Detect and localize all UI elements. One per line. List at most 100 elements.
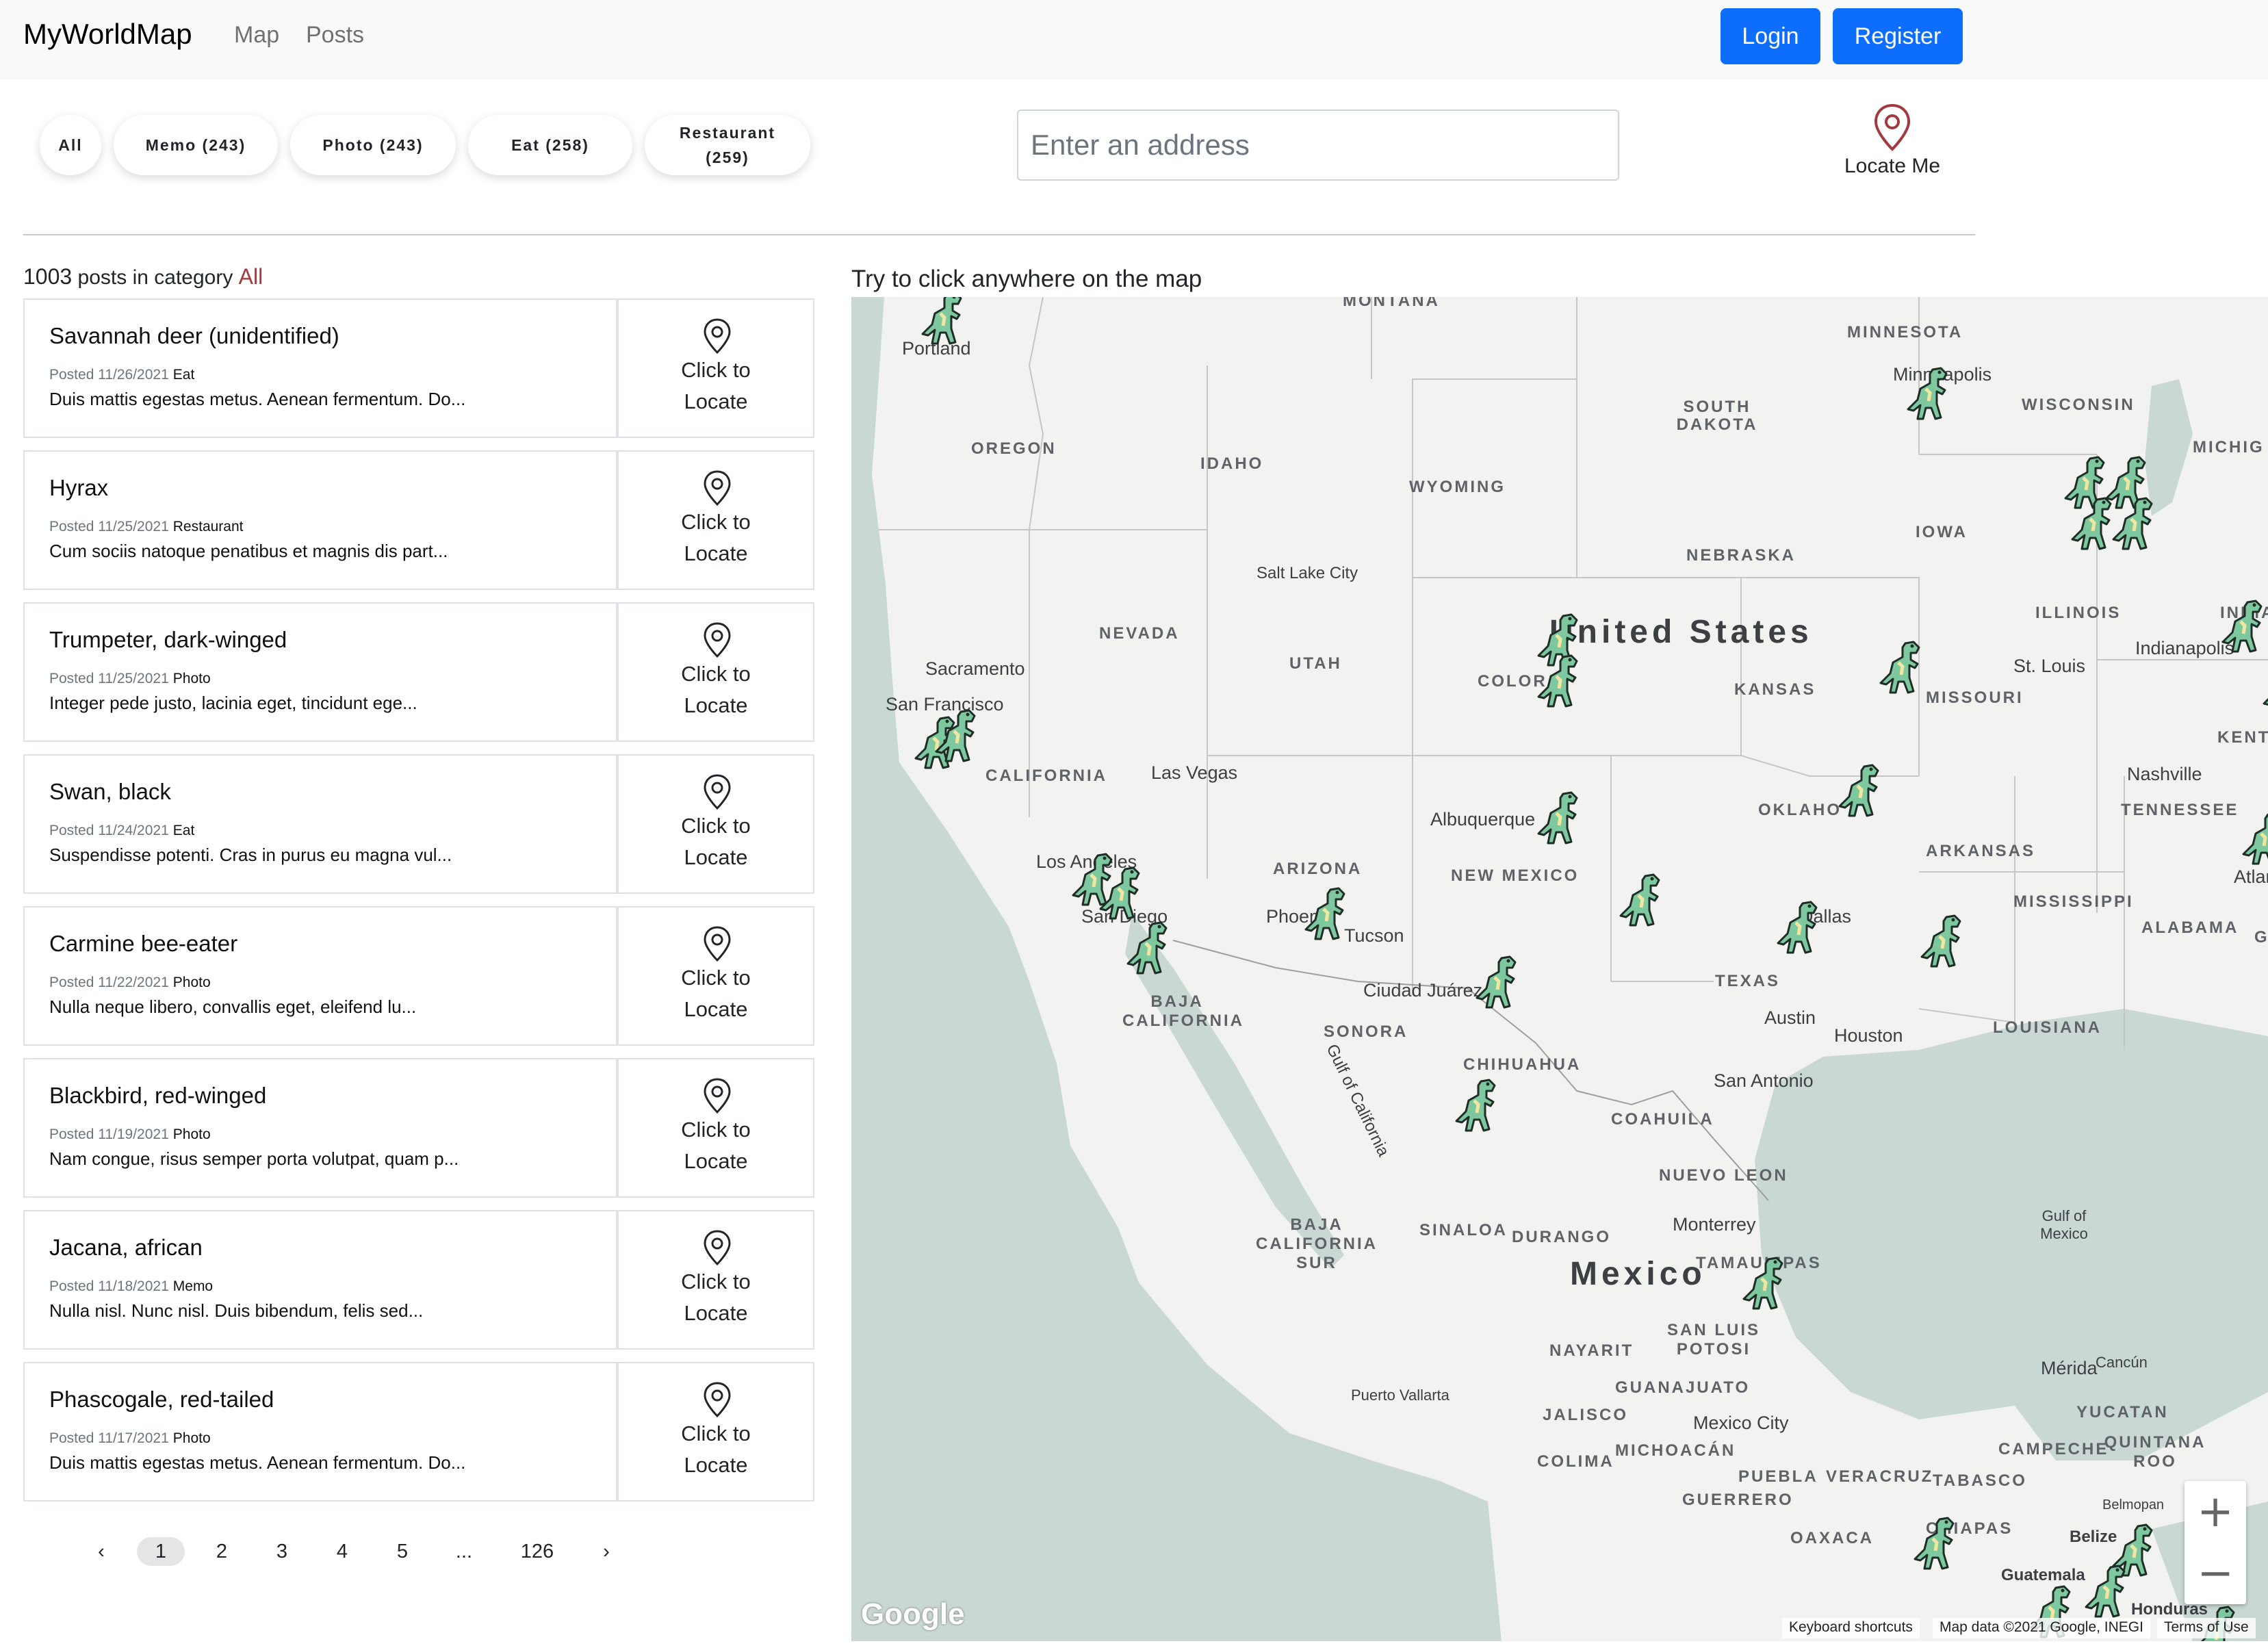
pagination-page-5[interactable]: 5 bbox=[389, 1537, 416, 1566]
locate-label-line2: Locate bbox=[684, 389, 748, 413]
dinosaur-marker-icon[interactable] bbox=[1098, 865, 1147, 923]
map-pin-icon bbox=[1874, 103, 1911, 151]
locate-label-line1: Click to bbox=[681, 1118, 751, 1142]
filter-restaurant[interactable]: Restaurant (259) bbox=[645, 115, 810, 175]
map-city-label: Atlanta bbox=[2234, 866, 2268, 887]
dinosaur-marker-icon[interactable] bbox=[2220, 598, 2268, 656]
address-search-input[interactable] bbox=[1017, 110, 1619, 181]
brand-logo[interactable]: MyWorldMap bbox=[23, 18, 192, 51]
pagination-ellipsis: ... bbox=[455, 1540, 473, 1562]
dinosaur-marker-icon[interactable] bbox=[920, 297, 969, 348]
pagination-page-1[interactable]: 1 bbox=[137, 1537, 185, 1566]
map-city-label: Nashville bbox=[2127, 764, 2202, 784]
dinosaur-marker-icon[interactable] bbox=[1536, 653, 1585, 710]
click-to-locate-label: Click to Locate bbox=[619, 1266, 813, 1329]
dinosaur-marker-icon[interactable] bbox=[1125, 920, 1174, 977]
post-card: Savannah deer (unidentified) Posted 11/26… bbox=[23, 298, 814, 438]
dinosaur-marker-icon[interactable] bbox=[1912, 1515, 1961, 1573]
locate-label-line1: Click to bbox=[681, 1421, 751, 1445]
map-state-label: QUINTANA ROO bbox=[2104, 1433, 2206, 1471]
click-to-locate-button[interactable]: Click to Locate bbox=[617, 298, 814, 438]
filter-memo[interactable]: Memo (243) bbox=[114, 115, 278, 175]
post-body[interactable]: Hyrax Posted 11/25/2021 Restaurant Cum soci… bbox=[23, 450, 617, 590]
post-body[interactable]: Savannah deer (unidentified) Posted 11/26… bbox=[23, 298, 617, 438]
click-to-locate-button[interactable]: Click to Locate bbox=[617, 906, 814, 1046]
click-to-locate-button[interactable]: Click to Locate bbox=[617, 450, 814, 590]
pagination-page-3[interactable]: 3 bbox=[268, 1537, 296, 1566]
map-state-label: MISSISSIPPI bbox=[2013, 892, 2134, 911]
map-state-label: BAJA CALIFORNIA bbox=[1122, 992, 1244, 1030]
dinosaur-marker-icon[interactable] bbox=[1618, 872, 1667, 929]
dinosaur-marker-icon[interactable] bbox=[1303, 886, 1352, 943]
post-category: Photo bbox=[172, 1126, 211, 1142]
post-body[interactable]: Phascogale, red-tailed Posted 11/17/2021 P… bbox=[23, 1362, 617, 1502]
map-state-label: SAN LUIS POTOSI bbox=[1666, 1321, 1760, 1359]
post-card: Phascogale, red-tailed Posted 11/17/2021 P… bbox=[23, 1362, 814, 1502]
filter-eat[interactable]: Eat (258) bbox=[468, 115, 632, 175]
map-state-label: OREGON bbox=[971, 439, 1057, 458]
dinosaur-marker-icon[interactable] bbox=[1837, 762, 1886, 820]
post-body[interactable]: Blackbird, red-winged Posted 11/19/2021 Ph… bbox=[23, 1058, 617, 1198]
click-to-locate-button[interactable]: Click to Locate bbox=[617, 602, 814, 742]
filter-all[interactable]: All bbox=[40, 115, 101, 175]
dinosaur-marker-icon[interactable] bbox=[2241, 810, 2268, 868]
terms-of-use-link[interactable]: Terms of Use bbox=[2157, 1618, 2256, 1638]
post-description: Duis mattis egestas metus. Aenean fermen… bbox=[49, 389, 466, 409]
map-state-label: G bbox=[2254, 928, 2268, 947]
pagination-page-2[interactable]: 2 bbox=[208, 1537, 235, 1566]
dinosaur-marker-icon[interactable] bbox=[1905, 365, 1955, 423]
pagination-page-4[interactable]: 4 bbox=[328, 1537, 356, 1566]
map-city-label: Mexico City bbox=[1693, 1413, 1789, 1433]
locate-label-line2: Locate bbox=[684, 845, 748, 869]
dinosaur-marker-icon[interactable] bbox=[2111, 495, 2160, 553]
locate-me-button[interactable]: Locate Me bbox=[1820, 103, 1964, 185]
dinosaur-marker-icon[interactable] bbox=[2261, 660, 2268, 717]
pagination-prev[interactable]: ‹ bbox=[89, 1537, 114, 1566]
post-meta: Posted 11/18/2021 Memo bbox=[49, 1278, 213, 1295]
map-city-label: San Antonio bbox=[1714, 1070, 1814, 1091]
post-category: Eat bbox=[172, 367, 195, 383]
dinosaur-marker-icon[interactable] bbox=[2083, 1563, 2132, 1621]
post-body[interactable]: Trumpeter, dark-winged Posted 11/25/2021 P… bbox=[23, 602, 617, 742]
map-state-label: ARIZONA bbox=[1273, 860, 1363, 878]
nav-link-map[interactable]: Map bbox=[234, 22, 279, 49]
click-to-locate-button[interactable]: Click to Locate bbox=[617, 1210, 814, 1350]
map-pin-icon bbox=[704, 1382, 731, 1418]
dinosaur-marker-icon[interactable] bbox=[1919, 913, 1968, 970]
dinosaur-marker-icon[interactable] bbox=[933, 708, 983, 765]
pagination-next[interactable]: › bbox=[594, 1537, 619, 1566]
post-category: Photo bbox=[172, 1430, 211, 1446]
dinosaur-marker-icon[interactable] bbox=[1454, 1077, 1503, 1135]
click-to-locate-label: Click to Locate bbox=[619, 1114, 813, 1177]
map[interactable]: United States Mexico MONTANA MINNESOTA S… bbox=[851, 297, 2268, 1641]
keyboard-shortcuts-link[interactable]: Keyboard shortcuts bbox=[1782, 1618, 1920, 1638]
post-category: Restaurant bbox=[172, 519, 244, 535]
pagination-page-126[interactable]: 126 bbox=[513, 1537, 561, 1566]
nav-link-posts[interactable]: Posts bbox=[306, 22, 364, 49]
click-to-locate-button[interactable]: Click to Locate bbox=[617, 1058, 814, 1198]
click-to-locate-button[interactable]: Click to Locate bbox=[617, 754, 814, 894]
post-body[interactable]: Swan, black Posted 11/24/2021 Eat Suspendis… bbox=[23, 754, 617, 894]
post-count-category[interactable]: All bbox=[239, 264, 263, 289]
map-state-label: PUEBLA bbox=[1738, 1467, 1818, 1486]
map-state-label: ALABAMA bbox=[2141, 918, 2239, 937]
map-pin-icon bbox=[704, 470, 731, 506]
dinosaur-marker-icon[interactable] bbox=[1775, 899, 1825, 957]
dinosaur-marker-icon[interactable] bbox=[1878, 639, 1927, 697]
post-body[interactable]: Jacana, african Posted 11/18/2021 Memo Null… bbox=[23, 1210, 617, 1350]
dinosaur-marker-icon[interactable] bbox=[1741, 1255, 1790, 1313]
map-state-label: ILLINOIS bbox=[2035, 604, 2122, 622]
map-state-label: TABASCO bbox=[1933, 1471, 2027, 1490]
dinosaur-marker-icon[interactable] bbox=[1536, 790, 1585, 847]
login-button[interactable]: Login bbox=[1721, 8, 1820, 64]
zoom-in-button[interactable]: + bbox=[2185, 1481, 2246, 1543]
click-to-locate-button[interactable]: Click to Locate bbox=[617, 1362, 814, 1502]
post-title: Phascogale, red-tailed bbox=[49, 1387, 274, 1412]
register-button[interactable]: Register bbox=[1833, 8, 1963, 64]
post-title: Carmine bee-eater bbox=[49, 931, 238, 956]
filter-photo[interactable]: Photo (243) bbox=[290, 115, 456, 175]
dinosaur-marker-icon[interactable] bbox=[1474, 954, 1523, 1012]
post-meta: Posted 11/24/2021 Eat bbox=[49, 823, 194, 839]
post-body[interactable]: Carmine bee-eater Posted 11/22/2021 Photo N… bbox=[23, 906, 617, 1046]
zoom-out-button[interactable]: − bbox=[2185, 1543, 2246, 1604]
